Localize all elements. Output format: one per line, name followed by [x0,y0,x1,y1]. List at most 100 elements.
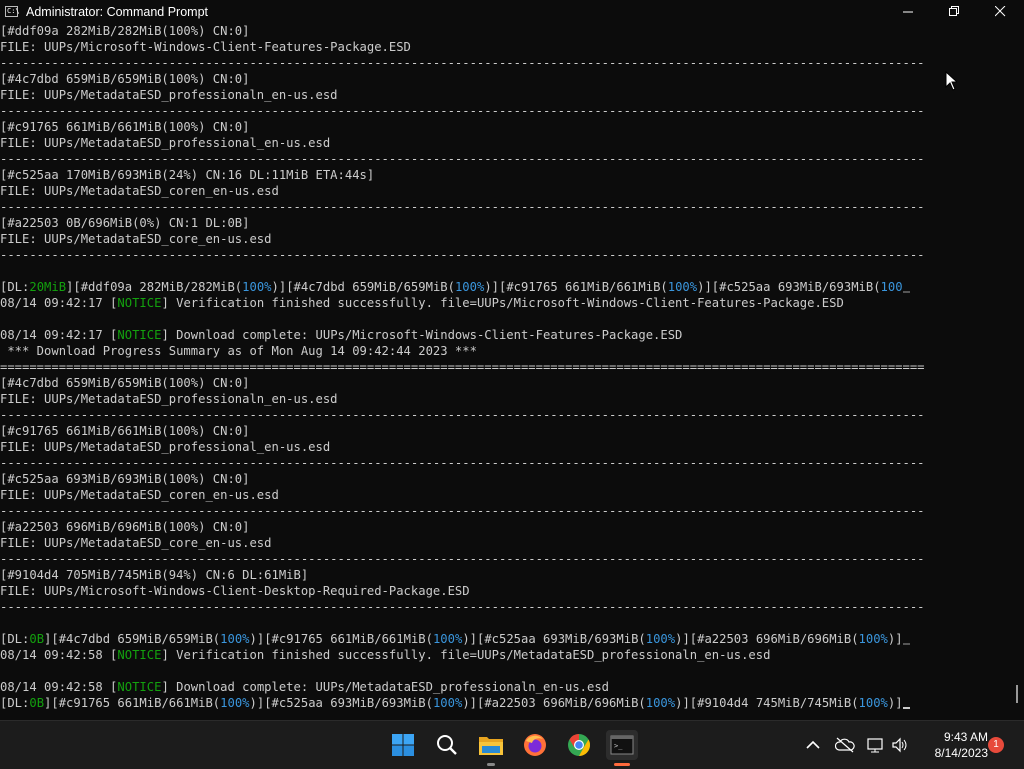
terminal-highlight-text: 100% [645,632,676,646]
cmd-app-icon: C:\ [5,6,20,17]
terminal-line: FILE: UUPs/MetadataESD_core_en-us.esd [0,535,1000,551]
terminal-text: ========================================… [0,360,925,374]
terminal-text: )][#a22503 696MiB/696MiB( [675,632,859,646]
terminal-highlight-text: 100% [858,696,888,710]
terminal-line: 08/14 09:42:58 [NOTICE] Download complet… [0,679,1000,695]
terminal-highlight-text: 0B [29,696,45,710]
terminal-text: ----------------------------------------… [0,152,925,166]
terminal-line: FILE: UUPs/MetadataESD_coren_en-us.esd [0,183,1000,199]
terminal-text: ----------------------------------------… [0,408,925,422]
firefox-button[interactable] [521,731,549,759]
terminal-line: [#a22503 696MiB/696MiB(100%) CN:0] [0,519,1000,535]
terminal-text: FILE: UUPs/MetadataESD_coren_en-us.esd [0,184,279,198]
mouse-pointer-icon [945,71,957,91]
terminal-line: 08/14 09:42:17 [NOTICE] Download complet… [0,327,1000,343]
firefox-icon [524,734,546,756]
terminal-text: )][#c525aa 693MiB/693MiB( [462,632,646,646]
terminal-text: FILE: UUPs/MetadataESD_professional_en-u… [0,136,331,150]
clock[interactable]: 9:43 AM 8/14/2023 [918,729,988,761]
terminal-text: [#c91765 661MiB/661MiB(100%) CN:0] [0,424,250,438]
scrollbar-thumb[interactable] [1016,685,1018,703]
terminal-text: )] [887,632,903,646]
terminal-text: [#ddf09a 282MiB/282MiB(100%) CN:0] [0,24,250,38]
close-button[interactable] [977,0,1023,23]
terminal-text: FILE: UUPs/Microsoft-Windows-Client-Desk… [0,584,470,598]
terminal-text: [DL: [0,696,30,710]
terminal-text: ] Download complete: UUPs/MetadataESD_pr… [161,680,610,694]
cloud-offline-icon [835,737,855,753]
explorer-running-indicator [487,763,495,766]
text-cursor [902,707,910,709]
title-bar[interactable]: C:\ Administrator: Command Prompt [0,0,1024,23]
start-button[interactable] [389,731,417,759]
terminal-text: *** Download Progress Summary as of Mon … [0,344,477,358]
terminal-text: ] Verification finished successfully. fi… [161,296,844,310]
terminal-line: [#4c7dbd 659MiB/659MiB(100%) CN:0] [0,71,1000,87]
terminal-text: ----------------------------------------… [0,600,925,614]
terminal-line: FILE: UUPs/MetadataESD_professionaln_en-… [0,87,1000,103]
terminal-line: FILE: UUPs/MetadataESD_professionaln_en-… [0,391,1000,407]
terminal-text: )][#c91765 661MiB/661MiB( [249,632,433,646]
terminal-text: )][#c91765 661MiB/661MiB( [484,280,668,294]
terminal-line: ----------------------------------------… [0,103,1000,119]
windows-start-icon [392,734,414,756]
onedrive-button[interactable] [835,735,855,755]
terminal-text: ----------------------------------------… [0,504,925,518]
terminal-highlight-text: NOTICE [117,680,162,694]
terminal-text: )][#4c7dbd 659MiB/659MiB( [271,280,455,294]
terminal-line: ----------------------------------------… [0,503,1000,519]
terminal-text: )] [887,696,903,710]
terminal-text: )][#9104d4 745MiB/745MiB( [675,696,859,710]
terminal-text: FILE: UUPs/MetadataESD_core_en-us.esd [0,232,272,246]
terminal-line: [#ddf09a 282MiB/282MiB(100%) CN:0] [0,23,1000,39]
terminal-text: )][#a22503 696MiB/696MiB( [462,696,646,710]
terminal-highlight-text: NOTICE [117,648,162,662]
terminal-text: ][#c91765 661MiB/661MiB( [44,696,221,710]
terminal-text: FILE: UUPs/MetadataESD_coren_en-us.esd [0,488,279,502]
terminal-text: ] Verification finished successfully. fi… [161,648,771,662]
terminal-text: ----------------------------------------… [0,552,925,566]
terminal-line: ----------------------------------------… [0,55,1000,71]
terminal-highlight-text: 100 [880,280,903,294]
terminal-line: ----------------------------------------… [0,247,1000,263]
terminal-text: [#9104d4 705MiB/745MiB(94%) CN:6 DL:61Mi… [0,568,309,582]
terminal-line: FILE: UUPs/MetadataESD_professional_en-u… [0,135,1000,151]
terminal-line: [#c525aa 170MiB/693MiB(24%) CN:16 DL:11M… [0,167,1000,183]
svg-text:>_: >_ [614,742,623,750]
show-hidden-icons-button[interactable] [803,735,823,755]
search-button[interactable] [433,731,461,759]
terminal-line: *** Download Progress Summary as of Mon … [0,343,1000,359]
terminal-highlight-text: 100% [667,280,698,294]
volume-button[interactable] [890,735,910,755]
window-title: Administrator: Command Prompt [26,4,209,19]
minimize-button[interactable] [885,0,931,23]
network-icon [867,738,883,753]
line-overflow-marker [902,291,910,293]
file-explorer-button[interactable] [477,731,505,759]
notification-badge[interactable]: 1 [988,737,1004,753]
terminal-line: 08/14 09:42:58 [NOTICE] Verification fin… [0,647,1000,663]
chrome-button[interactable] [565,731,593,759]
terminal-line: FILE: UUPs/MetadataESD_professional_en-u… [0,439,1000,455]
terminal-highlight-text: NOTICE [117,328,162,342]
maximize-button[interactable] [931,0,977,23]
terminal-button[interactable]: >_ [606,730,638,760]
terminal-line: [DL:0B][#c91765 661MiB/661MiB(100%)][#c5… [0,695,1000,711]
terminal-line: ----------------------------------------… [0,199,1000,215]
terminal-highlight-text: NOTICE [117,296,162,310]
terminal-text: [DL: [0,632,30,646]
terminal-text: [#c525aa 170MiB/693MiB(24%) CN:16 DL:11M… [0,168,375,182]
clock-date: 8/14/2023 [934,746,988,760]
terminal-text: [DL: [0,280,30,294]
terminal-output[interactable]: [#ddf09a 282MiB/282MiB(100%) CN:0] FILE: … [0,23,1010,720]
terminal-line: FILE: UUPs/Microsoft-Windows-Client-Desk… [0,583,1000,599]
terminal-text: [#a22503 696MiB/696MiB(100%) CN:0] [0,520,250,534]
terminal-highlight-text: 100% [645,696,676,710]
folder-icon [479,737,503,755]
terminal-text: ] Download complete: UUPs/Microsoft-Wind… [161,328,683,342]
terminal-line: ----------------------------------------… [0,455,1000,471]
network-button[interactable] [866,735,886,755]
